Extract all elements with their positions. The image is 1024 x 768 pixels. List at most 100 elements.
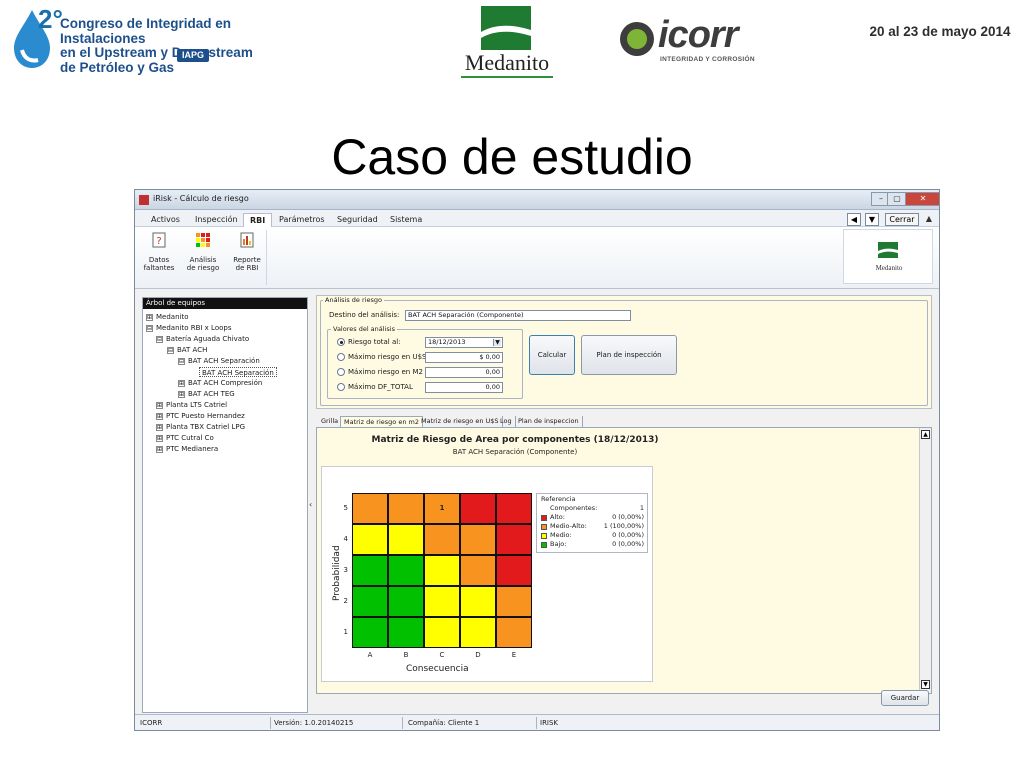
scroll-up-icon[interactable]: ▲ [921, 430, 930, 439]
ribbon-group-rbi: ? Datos faltantes Análisis de riesgo Repor… [137, 230, 267, 285]
ribbon-company-logo: Medanito [843, 229, 933, 284]
radio-riesgo-total[interactable] [337, 338, 345, 346]
tree-item[interactable]: ⊞ PTC Puesto Hernandez [156, 411, 245, 421]
report-icon [240, 232, 254, 248]
tab-plan-inspeccion[interactable]: Plan de inspeccion [515, 416, 583, 427]
tab-matriz-usd[interactable]: Matriz de riesgo en U$S [418, 416, 503, 427]
congress-title-line: de Petróleo y Gas [60, 59, 175, 75]
collapse-icon[interactable]: ⊟ [178, 357, 185, 365]
destino-field[interactable]: BAT ACH Separación (Componente) [405, 310, 631, 321]
tree-item[interactable]: ⊟ BAT ACH [167, 345, 207, 355]
expand-icon[interactable]: ⊞ [178, 379, 185, 387]
option-label: Máximo DF_TOTAL [348, 383, 413, 391]
matrix-cell [496, 493, 532, 524]
ribbon-collapse-icon[interactable]: ▲ [923, 213, 935, 225]
close-window-button[interactable]: ✕ [905, 192, 939, 206]
reporte-rbi-button[interactable]: Reporte de RBI [227, 232, 267, 280]
ribbon-label: de riesgo [186, 264, 220, 272]
x-tick-label: B [403, 651, 409, 659]
legend-swatch [541, 533, 547, 539]
matrix-cell [496, 555, 532, 586]
matrix-cell: 1 [424, 493, 460, 524]
tree-item-selected[interactable]: BAT ACH Separación [199, 367, 277, 377]
congress-logo: 2° Congreso de Integridad en Instalacion… [6, 4, 306, 76]
max-usd-field[interactable]: $ 0,00 [425, 352, 503, 363]
datos-faltantes-button[interactable]: ? Datos faltantes [139, 232, 179, 280]
matrix-cell [352, 586, 388, 617]
tab-sistema[interactable]: Sistema [384, 213, 428, 227]
risk-matrix-chart: Probabilidad Consecuencia Referencia Com… [321, 466, 653, 682]
slide-header: 2° Congreso de Integridad en Instalacion… [0, 0, 1024, 95]
tree-item-label: Planta LTS Catriel [166, 401, 228, 409]
splitter-handle[interactable]: ‹ [309, 500, 314, 512]
radio-max-df[interactable] [337, 383, 345, 391]
collapse-icon[interactable]: ⊟ [167, 346, 174, 354]
tree-item[interactable]: ⊞ PTC Cutral Co [156, 433, 214, 443]
matrix-cell [460, 493, 496, 524]
x-tick-label: A [367, 651, 373, 659]
matrix-cell [424, 555, 460, 586]
date-picker[interactable]: 18/12/2013 ▼ [425, 337, 503, 348]
tree-item[interactable]: ⊞ Planta TBX Catriel LPG [156, 422, 245, 432]
nav-dropdown-icon[interactable]: ▼ [865, 213, 879, 226]
tab-seguridad[interactable]: Seguridad [331, 213, 384, 227]
slide-date: 20 al 23 de mayo 2014 [869, 24, 1011, 39]
tree-item[interactable]: ⊟ Medanito RBI x Loops [146, 323, 231, 333]
destino-label: Destino del análisis: [329, 311, 400, 319]
analisis-riesgo-button[interactable]: Análisis de riesgo [183, 232, 223, 280]
legend-value: 0 (0,00%) [612, 531, 644, 539]
nav-prev-icon[interactable]: ◀ [847, 213, 861, 226]
tab-matriz-m2[interactable]: Matriz de riesgo en m2 [340, 416, 423, 427]
tree-item[interactable]: ⊞ Planta LTS Catriel [156, 400, 227, 410]
dropdown-arrow-icon[interactable]: ▼ [493, 339, 501, 346]
legend-swatch [541, 515, 547, 521]
collapse-icon[interactable]: ⊟ [156, 335, 163, 343]
x-tick-label: D [475, 651, 481, 659]
tab-log[interactable]: Log [497, 416, 516, 427]
chart-scrollbar[interactable]: ▲ ▼ [919, 428, 931, 693]
plan-inspeccion-button[interactable]: Plan de inspección [581, 335, 677, 375]
matrix-cell [460, 586, 496, 617]
expand-icon[interactable]: ⊞ [146, 313, 153, 321]
tree-item[interactable]: ⊞ BAT ACH Compresión [178, 378, 262, 388]
tree-item[interactable]: ⊞ PTC Medianera [156, 444, 218, 454]
matrix-cell [496, 586, 532, 617]
expand-icon[interactable]: ⊞ [156, 434, 163, 442]
icorr-tagline: INTEGRIDAD Y CORROSIÓN [660, 56, 755, 63]
radio-max-usd[interactable] [337, 353, 345, 361]
scroll-down-icon[interactable]: ▼ [921, 680, 930, 689]
matrix-cell [424, 524, 460, 555]
icorr-emblem-icon [620, 22, 654, 56]
guardar-button[interactable]: Guardar [881, 690, 929, 706]
calcular-button[interactable]: Calcular [529, 335, 575, 375]
tab-rbi[interactable]: RBI [243, 213, 273, 227]
matrix-cell [352, 555, 388, 586]
legend-row-alto: Alto: 0 (0,00%) [541, 513, 645, 522]
cerrar-button[interactable]: Cerrar [885, 213, 919, 226]
max-m2-field[interactable]: 0,00 [425, 367, 503, 378]
analysis-panel: Análisis de riesgo Destino del análisis:… [316, 295, 932, 409]
tab-parametros[interactable]: Parámetros [273, 213, 331, 227]
max-df-field[interactable]: 0,00 [425, 382, 503, 393]
ribbon-label: Datos [148, 256, 170, 264]
tab-inspeccion[interactable]: Inspección [189, 213, 244, 227]
app-icon [139, 195, 149, 205]
congress-title: Congreso de Integridad en Instalaciones … [60, 16, 320, 75]
expand-icon[interactable]: ⊞ [156, 445, 163, 453]
tab-grilla[interactable]: Grilla [318, 416, 343, 427]
expand-icon[interactable]: ⊞ [156, 412, 163, 420]
titlebar: iRisk - Cálculo de riesgo – ▢ ✕ [135, 190, 939, 210]
tab-activos[interactable]: Activos [145, 213, 186, 227]
tree-item[interactable]: ⊞ BAT ACH TEG [178, 389, 235, 399]
svg-text:?: ? [156, 236, 161, 247]
restore-button[interactable]: ▢ [887, 192, 907, 206]
tree-item[interactable]: ⊞ Medanito [146, 312, 189, 322]
expand-icon[interactable]: ⊞ [156, 401, 163, 409]
tree-item[interactable]: ⊟ BAT ACH Separación [178, 356, 260, 366]
radio-max-m2[interactable] [337, 368, 345, 376]
collapse-icon[interactable]: ⊟ [146, 324, 153, 332]
tree-item-label: Planta TBX Catriel LPG [166, 423, 246, 431]
expand-icon[interactable]: ⊞ [156, 423, 163, 431]
expand-icon[interactable]: ⊞ [178, 390, 185, 398]
tree-item[interactable]: ⊟ Batería Aguada Chivato [156, 334, 249, 344]
